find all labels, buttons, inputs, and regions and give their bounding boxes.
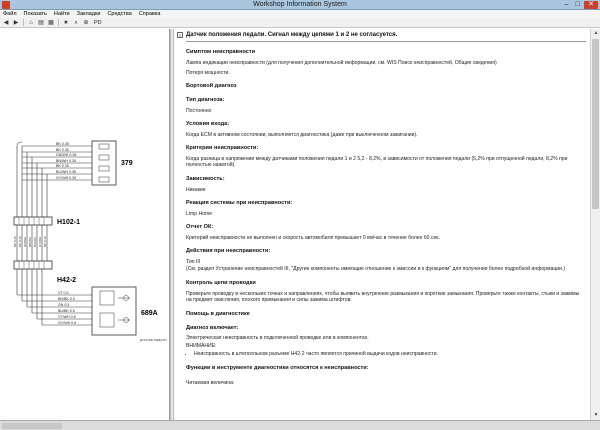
- section-text: Когда разница в напряжении между датчика…: [186, 155, 568, 169]
- wire-label: BK 0.35: [56, 148, 69, 152]
- warning-label: ВНИМАНИЕ:: [186, 342, 217, 349]
- minimize-button[interactable]: –: [562, 1, 571, 9]
- window-controls: – □ ✕: [562, 1, 598, 9]
- section-text: Электрическая неисправность в подключенн…: [186, 335, 369, 342]
- document-pane: ≡ Датчик положения педали. Сигнал между …: [174, 29, 590, 420]
- scroll-down-icon[interactable]: ▼: [591, 411, 600, 420]
- search-icon[interactable]: ⌕: [72, 19, 80, 27]
- wire-label: BU/WH: [33, 237, 37, 247]
- back-icon[interactable]: ◀: [2, 19, 10, 27]
- section-heading: Функции в инструменте диагностики относя…: [186, 365, 369, 371]
- wire-label: BK 0.35: [56, 164, 69, 168]
- section-text: Проверьте проводку в нескольких точках и…: [186, 290, 580, 304]
- section-heading: Реакция системы при неисправности:: [186, 200, 293, 207]
- wire-label: BK 0.35: [43, 236, 47, 247]
- menu-tools[interactable]: Средства: [107, 10, 131, 18]
- wire-label: BN/BK 0.5: [58, 297, 75, 301]
- scroll-up-icon[interactable]: ▲: [591, 29, 600, 38]
- document-content: ≡ Датчик положения педали. Сигнал между …: [174, 29, 590, 387]
- wiring-diagram: 379 BK 0.35 BK 0.35 GN/WH 0.35 BN/WH 0.3…: [13, 140, 166, 342]
- menu-find[interactable]: Найти: [54, 10, 70, 18]
- section-text: Когда ECM в активном состоянии, выполняе…: [186, 131, 418, 138]
- connector-h102-1: H102-1: [57, 219, 80, 226]
- connector-689a: 689A: [141, 310, 158, 317]
- wire-label: GY/WH 0.35: [56, 176, 76, 180]
- section-heading: Диагноз включает:: [186, 324, 239, 331]
- status-bar: [0, 420, 600, 430]
- sensor-caption: ДТАТЧИК ПЕДАЛИ: [140, 338, 166, 342]
- wire-label: BK 0.35: [13, 236, 17, 247]
- zoom-icon[interactable]: ⊕: [82, 19, 90, 27]
- toolbar-divider: [58, 19, 59, 26]
- section-heading: Контроль цепи проводки: [186, 280, 256, 287]
- status-panel: [2, 423, 62, 429]
- scroll-thumb[interactable]: [592, 39, 599, 209]
- section-text: Читаемая величина:: [186, 380, 235, 386]
- vertical-scrollbar[interactable]: ▲ ▼: [590, 29, 600, 420]
- close-button[interactable]: ✕: [584, 1, 598, 9]
- wire-label: VT/WH 0.5: [58, 315, 76, 319]
- bookmark-icon[interactable]: ★: [62, 19, 70, 27]
- print-icon[interactable]: ▦: [47, 19, 55, 27]
- document-icon: ≡: [177, 32, 183, 38]
- wire-label: BN/WH: [28, 237, 32, 247]
- section-heading: Бортовой диагноз: [186, 83, 237, 90]
- wire-label: BN/WH 0.35: [56, 159, 76, 163]
- wire-label: VT 0.5: [58, 291, 69, 295]
- connector-h42-2: H42-2: [57, 277, 76, 284]
- wire-label: GN 0.5: [58, 303, 69, 307]
- wire-label: BU/BK 0.5: [58, 309, 75, 313]
- section-heading: Условия входа:: [186, 121, 230, 128]
- menu-bar: Файл Показать Найти Закладки Средства Сп…: [0, 10, 600, 18]
- section-text: Потеря мощности.: [186, 69, 230, 76]
- toolbar-text: PD: [94, 19, 102, 26]
- wire-label: GN/WH: [23, 237, 27, 247]
- wire-label: BK 0.35: [56, 142, 69, 146]
- section-heading: Действия при неисправности:: [186, 248, 271, 255]
- section-text: Тип III: [186, 258, 201, 265]
- section-text: Критерий неисправности не выполнен и ско…: [186, 234, 440, 241]
- section-heading: Зависимость:: [186, 176, 225, 183]
- menu-file[interactable]: Файл: [3, 10, 17, 18]
- section-heading: Тип диагноза:: [186, 97, 225, 104]
- menu-view[interactable]: Показать: [24, 10, 47, 18]
- title-bar: Workshop Information System – □ ✕: [0, 0, 600, 10]
- section-heading: Симптом неисправности: [186, 49, 256, 55]
- title-divider: [186, 41, 586, 42]
- document-title: ≡ Датчик положения педали. Сигнал между …: [177, 31, 586, 39]
- section-text: (См. раздел Устранение неисправностей II…: [186, 266, 566, 273]
- list-item: Неисправность в штепсельном разъеме H42-…: [194, 351, 586, 358]
- maximize-button[interactable]: □: [573, 1, 582, 9]
- section-heading: Критерии неисправности:: [186, 145, 259, 152]
- document-title-text: Датчик положения педали. Сигнал между це…: [186, 32, 398, 38]
- menu-bookmarks[interactable]: Закладки: [77, 10, 101, 18]
- section-text: Limp Home: [186, 210, 213, 217]
- wire-label: BK 0.35: [18, 236, 22, 247]
- connector-379: 379: [121, 160, 133, 167]
- wire-label: GN/WH 0.35: [56, 153, 76, 157]
- schematic-pane[interactable]: 379 BK 0.35 BK 0.35 GN/WH 0.35 BN/WH 0.3…: [0, 29, 170, 420]
- wire-label: BU/WH 0.35: [56, 170, 76, 174]
- bullet-list: Неисправность в штепсельном разъеме H42-…: [186, 351, 586, 358]
- toolbar: ◀ ▶ ⌂ ▤ ▦ ★ ⌕ ⊕ PD: [0, 18, 600, 28]
- section-heading: Отчет ОК:: [186, 224, 214, 231]
- wire-label: GY/WH: [38, 237, 42, 247]
- wire-label: GY/WH 0.5: [58, 321, 76, 325]
- window-title: Workshop Information System: [253, 1, 347, 8]
- menu-help[interactable]: Справка: [139, 10, 161, 18]
- section-text: Никакие: [186, 186, 206, 193]
- home-icon[interactable]: ⌂: [27, 19, 35, 27]
- section-text: Постоянно: [186, 107, 212, 114]
- forward-icon[interactable]: ▶: [12, 19, 20, 27]
- section-text: Лампа индикации неисправности (для получ…: [186, 59, 497, 66]
- toolbar-divider: [23, 19, 24, 26]
- section-heading: Помощь в диагностике: [186, 310, 250, 317]
- folder-icon[interactable]: ▤: [37, 19, 45, 27]
